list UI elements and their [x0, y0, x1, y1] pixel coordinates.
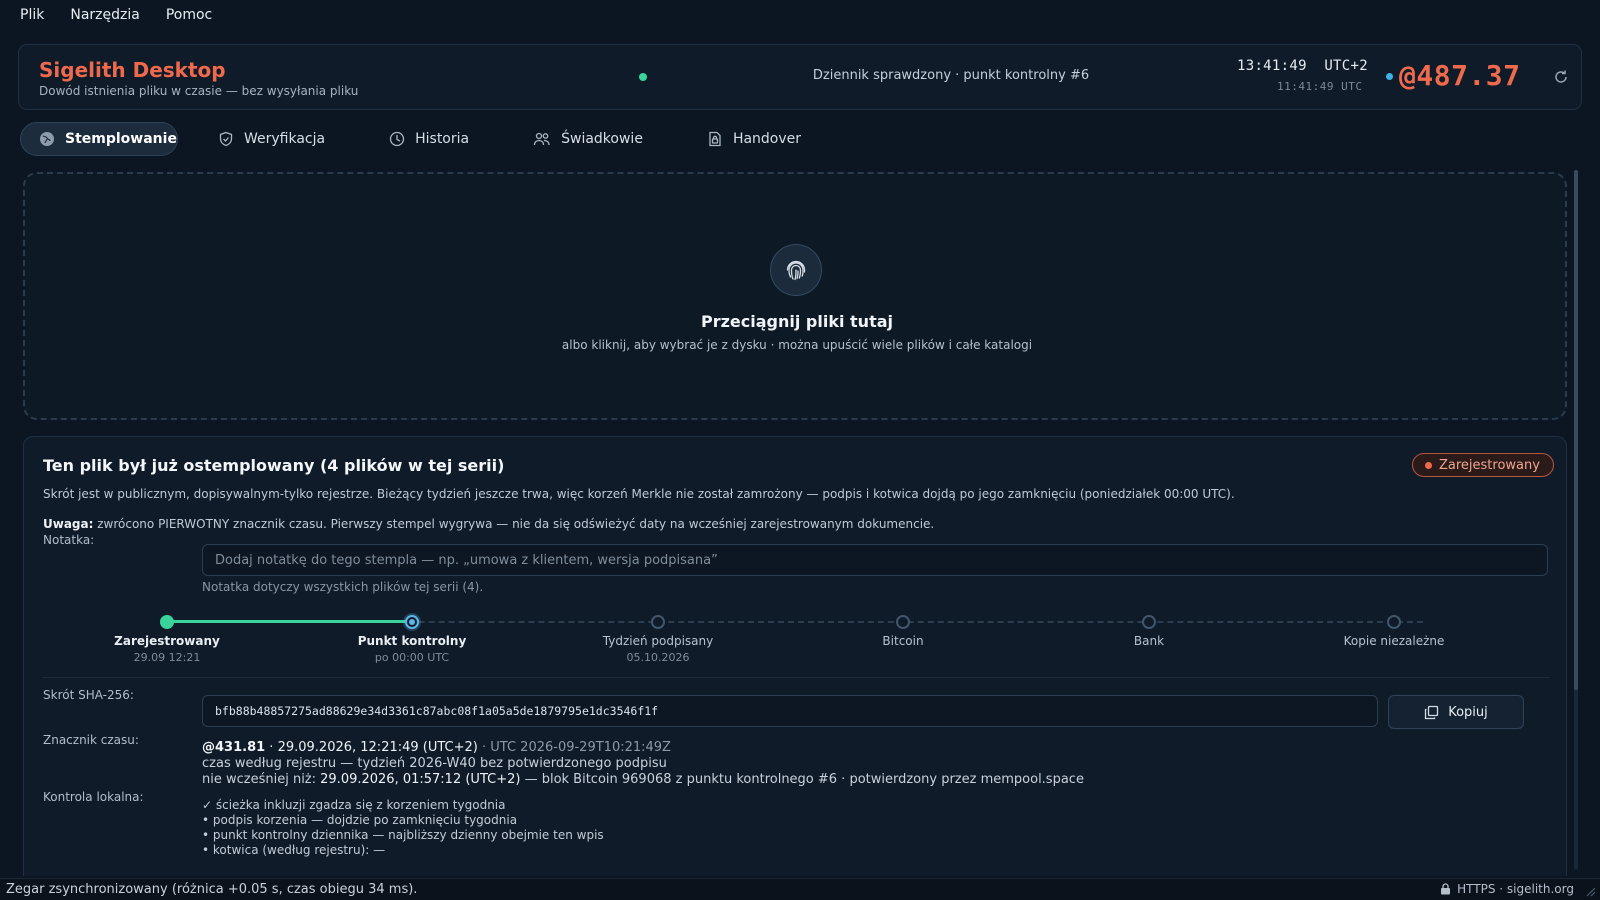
local-check-item: • punkt kontrolny dziennika — najbliższy… [202, 828, 604, 842]
timeline-step: Bank [1059, 634, 1239, 648]
lock-icon [1441, 883, 1451, 895]
step-name: Zarejestrowany [114, 634, 220, 648]
tab-history[interactable]: Historia [371, 122, 493, 156]
tab-label: Historia [415, 131, 470, 147]
timeline-step: Zarejestrowany 29.09 12:21 [77, 634, 257, 664]
users-icon [533, 132, 550, 146]
fingerprint-icon [770, 244, 822, 296]
step-name: Bitcoin [882, 634, 924, 648]
tab-label: Świadkowie [561, 131, 643, 147]
timestamp-beat: @431.81 [202, 740, 266, 755]
app-subtitle: Dowód istnienia pliku w czasie — bez wys… [39, 84, 359, 98]
note-input[interactable] [202, 544, 1548, 576]
tab-label: Handover [732, 131, 802, 147]
utc-clock: 11:41:49 UTC [1277, 80, 1363, 93]
timeline-node-checkpoint [405, 615, 419, 629]
hash-field[interactable]: bfb88b48857275ad88629e34d3361c87abc08f1a… [202, 695, 1378, 727]
local-check-label: Kontrola lokalna: [43, 790, 144, 804]
tab-handover[interactable]: Handover [689, 122, 825, 156]
copy-label: Kopiuj [1448, 704, 1488, 720]
copy-icon [1425, 705, 1439, 719]
internet-time-beat: @487.37 [1399, 59, 1521, 92]
scrollbar-thumb[interactable] [1574, 170, 1578, 690]
local-time: 13:41:49 [1237, 58, 1307, 74]
section-divider [43, 677, 1549, 678]
drop-zone-subtitle: albo kliknij, aby wybrać je z dysku · mo… [561, 338, 1033, 352]
timeline-node-week-signed [651, 615, 665, 629]
clock-icon [389, 131, 405, 147]
local-check-item: • podpis korzenia — dojdzie po zamknięci… [202, 813, 518, 827]
copy-button[interactable]: Kopiuj [1388, 695, 1524, 729]
timezone: UTC+2 [1324, 58, 1368, 74]
menu-bar: Plik Narzędzia Pomoc [0, 0, 1600, 30]
not-before-prefix: nie wcześniej niż: [202, 772, 321, 787]
not-before-suffix: — blok Bitcoin 969068 z punktu kontrolne… [520, 772, 1084, 787]
drop-zone-title: Przeciągnij pliki tutaj [700, 312, 893, 331]
app-header: Sigelith Desktop Dowód istnienia pliku w… [18, 44, 1582, 110]
menu-file[interactable]: Plik [20, 7, 44, 23]
menu-help[interactable]: Pomoc [166, 7, 212, 23]
main-tabs: Stemplowanie Weryfikacja Historia Świadk… [20, 122, 847, 156]
tab-stamping[interactable]: Stemplowanie [20, 122, 178, 156]
local-clock: 13:41:49 UTC+2 [1237, 58, 1368, 74]
status-bar: Zegar zsynchronizowany (różnica +0.05 s,… [0, 878, 1600, 900]
result-warning: Uwaga: zwrócono PIERWOTNY znacznik czasu… [43, 517, 1543, 531]
menu-tools[interactable]: Narzędzia [70, 7, 139, 23]
globe-icon [40, 132, 54, 146]
tab-witnesses[interactable]: Świadkowie [515, 122, 667, 156]
step-name: Tydzień podpisany [602, 634, 714, 648]
timestamp-registry-note: czas według rejestru — tydzień 2026-W40 … [202, 756, 667, 771]
not-before-date: 29.09.2026, 01:57:12 (UTC+2) [320, 772, 521, 787]
timestamp-utc: · UTC 2026-09-29T10:21:49Z [477, 740, 671, 755]
step-name: Punkt kontrolny [357, 634, 467, 648]
stamp-result-card: Ten plik był już ostemplowany (4 plików … [23, 436, 1567, 876]
status-badge: Zarejestrowany [1412, 453, 1554, 477]
timestamp-details: @431.81 · 29.09.2026, 12:21:49 (UTC+2) ·… [202, 740, 1084, 788]
warning-label: Uwaga: [43, 517, 94, 531]
step-date: 05.10.2026 [626, 651, 690, 664]
step-name: Bank [1133, 634, 1165, 648]
refresh-icon[interactable] [1549, 65, 1573, 89]
shield-icon [219, 131, 233, 147]
note-hint: Notatka dotyczy wszystkich plików tej se… [202, 580, 484, 594]
result-title: Ten plik był już ostemplowany (4 plików … [43, 456, 505, 475]
resize-grip-icon[interactable] [1584, 885, 1596, 897]
step-date: po 00:00 UTC [374, 651, 450, 664]
timeline-step: Kopie niezależne [1304, 634, 1484, 648]
timeline-node-bank [1142, 615, 1156, 629]
connection-label: HTTPS · sigelith.org [1457, 882, 1574, 896]
document-lock-icon [709, 131, 721, 147]
file-drop-zone[interactable]: Przeciągnij pliki tutaj albo kliknij, ab… [23, 172, 1567, 420]
result-info: Skrót jest w publicznym, dopisywalnym-ty… [43, 487, 1235, 501]
timeline-progress [169, 620, 419, 623]
hash-label: Skrót SHA-256: [43, 688, 134, 702]
warning-text: zwrócono PIERWOTNY znacznik czasu. Pierw… [93, 517, 935, 531]
tab-verification[interactable]: Weryfikacja [200, 122, 349, 156]
step-date: 29.09 12:21 [133, 651, 201, 664]
local-checks-list: ✓ ścieżka inkluzji zgadza się z korzenie… [202, 798, 604, 858]
timeline-step: Punkt kontrolny po 00:00 UTC [322, 634, 502, 664]
timeline-node-bitcoin [896, 615, 910, 629]
timeline-step: Tydzień podpisany 05.10.2026 [568, 634, 748, 664]
tab-label: Weryfikacja [244, 131, 326, 147]
sync-dot-icon [1386, 73, 1393, 80]
connection-status: HTTPS · sigelith.org [1440, 882, 1574, 896]
tab-label: Stemplowanie [65, 131, 177, 147]
timestamp-local: · 29.09.2026, 12:21:49 (UTC+2) [265, 740, 478, 755]
timeline-step: Bitcoin [813, 634, 993, 648]
timeline-node-registered [160, 615, 174, 629]
timestamp-label: Znacznik czasu: [43, 733, 139, 747]
step-name: Kopie niezależne [1343, 634, 1445, 648]
local-check-item: • kotwica (według rejestru): — [202, 843, 386, 857]
local-check-item: ✓ ścieżka inkluzji zgadza się z korzenie… [202, 798, 506, 812]
note-label: Notatka: [43, 533, 95, 547]
timeline-node-copies [1387, 615, 1401, 629]
clock-sync-status: Zegar zsynchronizowany (różnica +0.05 s,… [6, 882, 418, 897]
